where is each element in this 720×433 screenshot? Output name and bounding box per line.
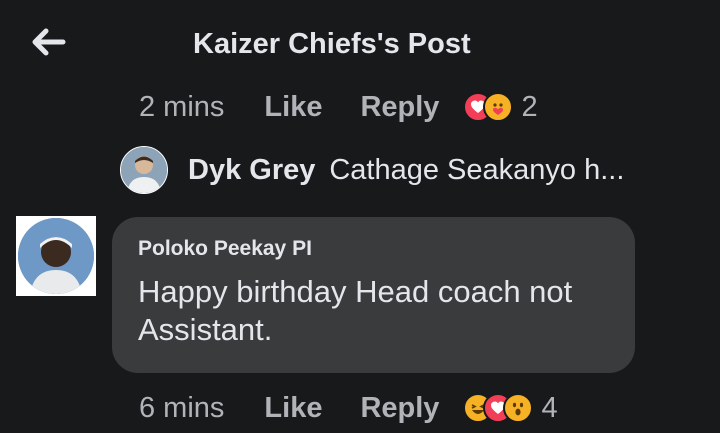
reply-snippet: Cathage Seakanyo h... — [329, 153, 625, 186]
care-reaction-icon — [483, 92, 514, 122]
page-title: Kaizer Chiefs's Post — [193, 28, 471, 60]
comment-timestamp: 2 mins — [139, 90, 225, 123]
reply-button[interactable]: Reply — [360, 392, 439, 425]
reaction-count: 4 — [541, 391, 558, 424]
top-bar: Kaizer Chiefs's Post — [0, 0, 720, 90]
reply-author-name[interactable]: Dyk Grey — [188, 154, 315, 187]
comment-author-name[interactable]: Poloko Peekay PI — [138, 237, 312, 261]
avatar — [120, 146, 168, 194]
wow-reaction-icon — [503, 393, 534, 423]
comment-timestamp: 6 mins — [139, 391, 225, 424]
comment-actions-row: 6 mins Like Reply 4 — [139, 388, 558, 428]
reactions-summary[interactable]: 2 — [463, 90, 538, 124]
back-button[interactable] — [28, 22, 68, 62]
reply-button[interactable]: Reply — [360, 91, 439, 124]
back-arrow-icon — [32, 28, 66, 56]
reactions-summary[interactable]: 4 — [463, 391, 558, 425]
comment-text: Happy birthday Head coach not Assistant. — [138, 274, 573, 347]
reaction-count: 2 — [521, 90, 538, 123]
profile-photo — [18, 218, 94, 294]
reply-preview[interactable]: Dyk Grey Cathage Seakanyo h... — [120, 146, 624, 194]
comment-bubble[interactable]: Poloko Peekay PI Happy birthday Head coa… — [112, 217, 635, 373]
comment-actions-row: 2 mins Like Reply 2 — [139, 87, 538, 127]
avatar[interactable] — [16, 216, 96, 296]
like-button[interactable]: Like — [264, 91, 322, 124]
like-button[interactable]: Like — [264, 392, 322, 425]
